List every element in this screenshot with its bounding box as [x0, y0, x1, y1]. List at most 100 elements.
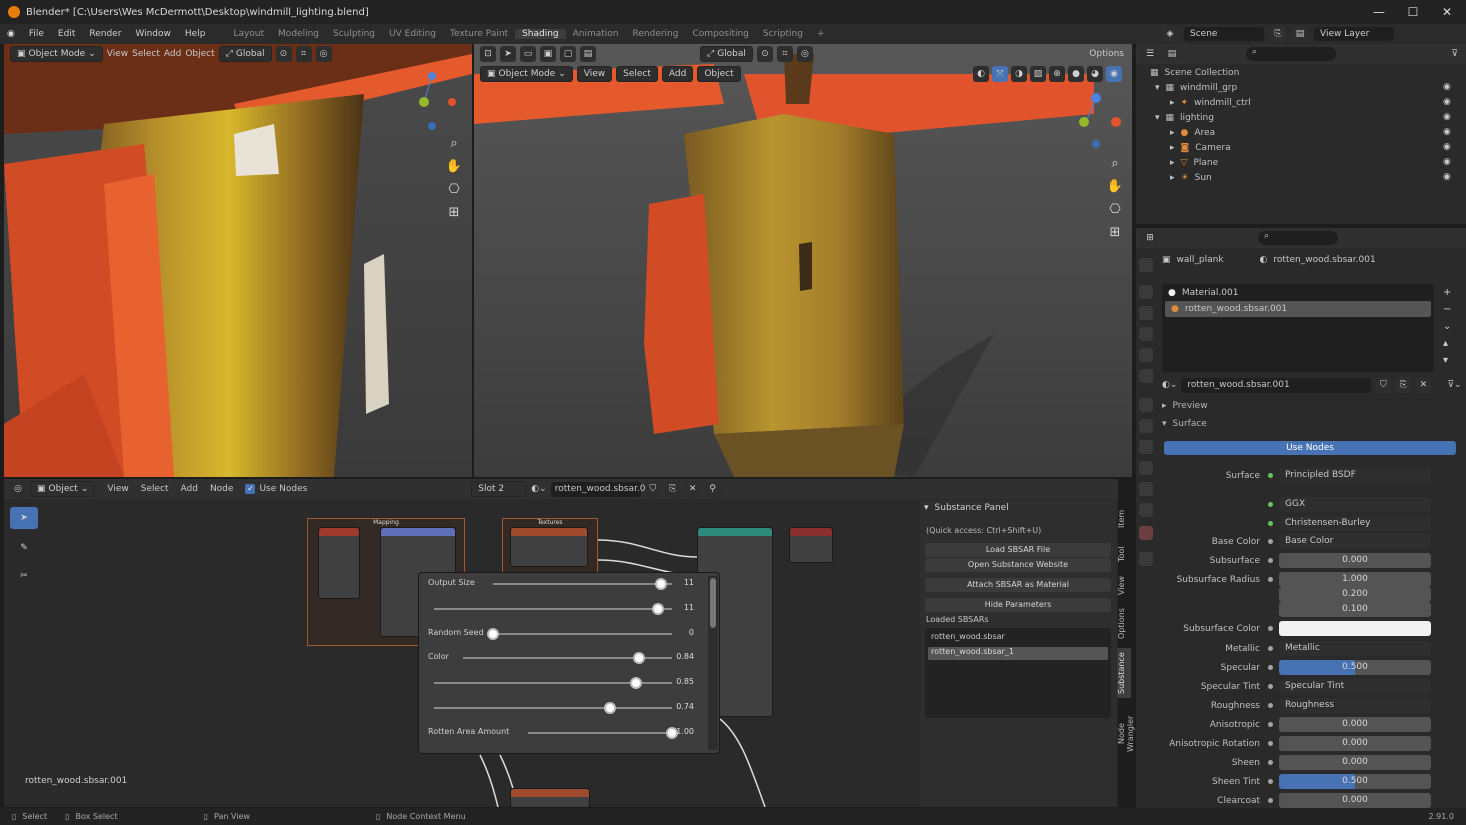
socket-icon[interactable] — [1268, 473, 1273, 478]
select-box-icon[interactable]: ▭ — [520, 46, 536, 62]
vp-left-orientation-dropdown[interactable]: ⤢ Global — [218, 46, 272, 62]
vp-left-select-menu[interactable]: Select — [132, 49, 160, 59]
linked-input-field[interactable]: Roughness — [1279, 698, 1431, 713]
modifier-tab-icon[interactable] — [1139, 419, 1153, 433]
select-extend-icon[interactable]: ▣ — [540, 46, 556, 62]
socket-icon[interactable] — [1268, 760, 1273, 765]
vp-right-select-menu[interactable]: Select — [616, 66, 658, 82]
menu-window[interactable]: Window — [128, 29, 178, 39]
node-editor-type-icon[interactable]: ◎ — [10, 481, 26, 497]
slot-menu-icon[interactable]: ⌄ — [1443, 318, 1451, 335]
tab-sculpting[interactable]: Sculpting — [326, 29, 382, 39]
linked-input-field[interactable]: Specular Tint — [1279, 679, 1431, 694]
eye-icon[interactable]: ◉ — [1443, 95, 1451, 110]
vp-right-options-menu[interactable]: Options — [1089, 49, 1124, 59]
number-field[interactable]: 0.000 — [1279, 553, 1431, 568]
socket-icon[interactable] — [1268, 798, 1273, 803]
socket-icon[interactable] — [1268, 722, 1273, 727]
sidebar-tab-options[interactable]: Options — [1117, 606, 1131, 642]
vp-left-add-menu[interactable]: Add — [164, 49, 181, 59]
camera-view-icon[interactable]: ⎔ — [1105, 200, 1125, 220]
attach-sbsar-button[interactable]: Attach SBSAR as Material — [925, 578, 1111, 592]
socket-icon[interactable] — [1268, 521, 1273, 526]
socket-icon[interactable] — [1268, 684, 1273, 689]
data-tab-icon[interactable] — [1139, 503, 1153, 517]
xray-icon[interactable]: ▨ — [1030, 66, 1046, 82]
vp-right-mode-dropdown[interactable]: ▣ Object Mode ⌄ — [480, 66, 573, 82]
fake-user-icon[interactable]: ⛉ — [1375, 377, 1392, 393]
vp-left-view-menu[interactable]: View — [107, 49, 128, 59]
output-tab-icon[interactable] — [1139, 306, 1153, 320]
scene-tab-icon[interactable] — [1139, 348, 1153, 362]
loaded-sbsar-item-selected[interactable]: rotten_wood.sbsar_1 — [928, 647, 1108, 660]
linked-input-field[interactable]: Base Color — [1279, 534, 1431, 549]
slider-field[interactable]: 0.500 — [1279, 774, 1431, 789]
gizmo-toggle-icon[interactable]: ⤧ — [992, 66, 1008, 82]
number-field[interactable]: 0.000 — [1279, 736, 1431, 751]
solid-shading-icon[interactable]: ● — [1068, 66, 1084, 82]
sidebar-tab-tool[interactable]: Tool — [1117, 540, 1131, 568]
properties-search-icon[interactable]: ⌕ — [1258, 231, 1338, 245]
eye-icon[interactable]: ◉ — [1443, 140, 1451, 155]
socket-icon[interactable] — [1268, 665, 1273, 670]
physics-tab-icon[interactable] — [1139, 461, 1153, 475]
socket-icon[interactable] — [1268, 779, 1273, 784]
menu-file[interactable]: File — [22, 29, 51, 39]
loaded-sbsar-item[interactable]: rotten_wood.sbsar — [928, 632, 1108, 645]
eye-icon[interactable]: ◉ — [1443, 80, 1451, 95]
socket-icon[interactable] — [1268, 703, 1273, 708]
select-tool-icon[interactable]: ➤ — [10, 507, 38, 529]
rendered-shading-icon[interactable]: ◉ — [1106, 66, 1122, 82]
tab-scripting[interactable]: Scripting — [756, 29, 810, 39]
linked-input-field[interactable]: GGX — [1279, 497, 1431, 512]
navigation-gizmo-left[interactable] — [404, 68, 464, 138]
outliner-search-icon[interactable]: ⌕ — [1246, 47, 1336, 61]
add-workspace-icon[interactable]: + — [810, 29, 832, 39]
view-layer-field[interactable]: View Layer — [1314, 27, 1394, 41]
pivot-icon[interactable]: ⊙ — [756, 46, 773, 62]
linked-input-field[interactable]: Christensen-Burley — [1279, 516, 1431, 531]
slot-dropdown[interactable]: Slot 2 — [471, 481, 528, 497]
node-select-menu[interactable]: Select — [141, 484, 169, 494]
wireframe-shading-icon[interactable]: ⊕ — [1049, 66, 1065, 82]
camera-view-icon[interactable]: ⎔ — [444, 180, 464, 200]
node-material-field[interactable]: rotten_wood.sbsar.0... — [550, 481, 654, 497]
parameter-slider-track[interactable] — [493, 633, 672, 635]
number-field[interactable]: 0.000 — [1279, 793, 1431, 808]
node-add-menu[interactable]: Add — [181, 484, 198, 494]
linked-input-field[interactable]: Principled BSDF — [1279, 468, 1431, 483]
material-slot-item-selected[interactable]: ● rotten_wood.sbsar.001 — [1165, 301, 1431, 317]
select-subtract-icon[interactable]: ▢ — [560, 46, 576, 62]
snap-icon[interactable]: ⌗ — [776, 46, 793, 62]
outliner-item-lighting[interactable]: ▾ ▦ lighting — [1155, 110, 1214, 125]
tool-tab-icon[interactable] — [1139, 258, 1153, 272]
duplicate-material-icon[interactable]: ⎘ — [1395, 377, 1412, 393]
zoom-icon[interactable]: ⌕ — [1105, 154, 1125, 174]
load-sbsar-button[interactable]: Load SBSAR File — [925, 543, 1111, 557]
color-swatch[interactable] — [1279, 621, 1431, 636]
sidebar-tab-node-wrangler[interactable]: Node Wrangler — [1117, 705, 1135, 763]
vp-right-object-menu[interactable]: Object — [697, 66, 741, 82]
parameter-slider-knob[interactable] — [604, 702, 617, 714]
maximize-button[interactable]: ☐ — [1396, 0, 1430, 24]
ortho-grid-icon[interactable]: ⊞ — [1105, 223, 1125, 243]
parameter-slider-knob[interactable] — [651, 603, 664, 615]
outliner-item-area[interactable]: ▸ ● Area — [1170, 125, 1215, 140]
vp-left-object-menu[interactable]: Object — [185, 49, 214, 59]
tab-layout[interactable]: Layout — [226, 29, 271, 39]
close-button[interactable]: ✕ — [1430, 0, 1464, 24]
blender-menu-icon[interactable]: ◉ — [0, 29, 22, 39]
number-field[interactable]: 0.200 — [1279, 587, 1431, 602]
visibility-icon[interactable]: ◐ — [973, 66, 989, 82]
material-browse-icon[interactable]: ◐⌄ — [1162, 380, 1177, 390]
use-nodes-checkbox-icon[interactable]: ✓ — [245, 484, 256, 494]
properties-editor-icon[interactable]: ⊞ — [1142, 230, 1158, 246]
add-slot-icon[interactable]: + — [1443, 284, 1451, 301]
duplicate-material-icon[interactable]: ⎘ — [664, 481, 681, 497]
particles-tab-icon[interactable] — [1139, 440, 1153, 454]
tab-rendering[interactable]: Rendering — [626, 29, 686, 39]
scene-selector[interactable]: ◈ Scene ⎘ ▤ View Layer — [1162, 26, 1394, 42]
overlay-icon[interactable]: ◑ — [1011, 66, 1027, 82]
outliner-item-windmill-grp[interactable]: ▾ ▦ windmill_grp — [1155, 80, 1237, 95]
number-field[interactable]: 1.000 — [1279, 572, 1431, 587]
